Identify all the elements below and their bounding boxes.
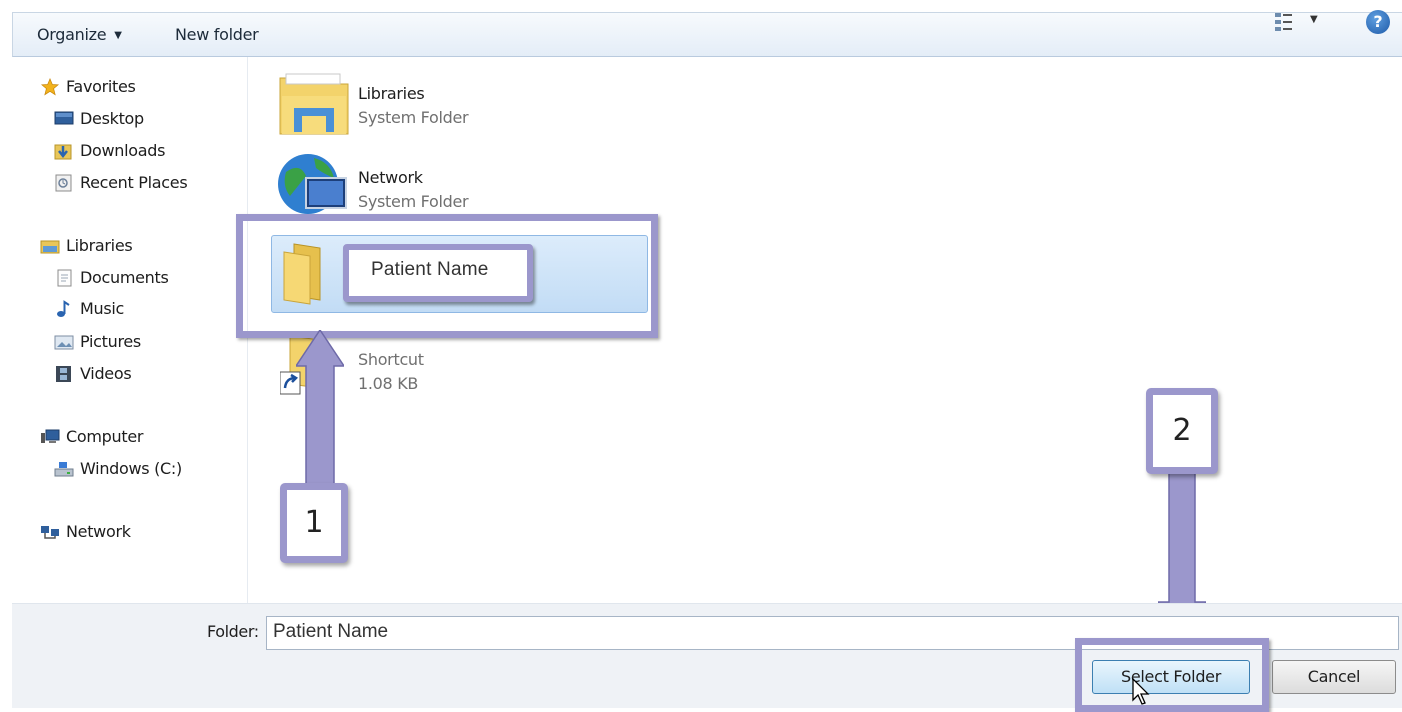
nav-downloads[interactable]: Downloads [54,141,165,160]
file-item-libraries[interactable] [276,70,352,140]
highlight-frame-step2 [1075,638,1269,712]
nav-documents[interactable]: Documents [54,268,169,287]
command-toolbar: Organize ▼ New folder [12,12,1402,57]
organize-label: Organize [37,25,107,44]
libraries-icon [40,240,60,253]
nav-favorites[interactable]: Favorites [40,77,136,96]
nav-music[interactable]: Music [54,299,124,318]
file-type: System Folder [358,192,469,211]
nav-pictures[interactable]: Pictures [54,332,141,351]
file-size: 1.08 KB [358,374,419,393]
nav-windows-c[interactable]: Windows (C:) [54,459,182,478]
chevron-down-icon: ▼ [114,30,122,41]
help-icon[interactable]: ? [1366,10,1390,34]
recent-places-icon [55,174,72,191]
file-item-network[interactable] [276,152,350,218]
file-name: Network [358,168,423,187]
pictures-icon [54,335,74,349]
cancel-button[interactable]: Cancel [1272,660,1396,694]
file-name: Libraries [358,84,425,103]
nav-videos[interactable]: Videos [54,364,132,383]
nav-libraries[interactable]: Libraries [40,236,133,255]
network-icon [41,525,59,539]
desktop-icon [54,111,74,124]
nav-computer[interactable]: Computer [40,427,143,446]
downloads-folder-icon [54,144,72,159]
drive-icon [54,461,74,476]
nav-desktop[interactable]: Desktop [54,109,144,128]
folder-label: Folder: [207,622,259,641]
rename-folder-input[interactable]: Patient Name [343,244,533,302]
arrow-up-icon [296,330,344,490]
music-note-icon [57,299,70,317]
documents-icon [57,269,72,286]
nav-network[interactable]: Network [40,522,131,541]
view-chevron-down-icon[interactable]: ▼ [1310,14,1318,25]
network-globe-icon [278,154,347,214]
file-type: System Folder [358,108,469,127]
organize-button[interactable]: Organize ▼ [37,25,122,44]
callout-step-2: 2 [1146,388,1218,474]
nav-recent-places[interactable]: Recent Places [54,173,188,192]
view-options-icon[interactable] [1274,11,1294,33]
computer-icon [41,429,60,443]
new-folder-button[interactable]: New folder [175,25,259,44]
file-type: Shortcut [358,350,424,369]
callout-step-1: 1 [280,483,348,563]
libraries-folder-icon [279,73,349,135]
mouse-cursor-icon [1132,678,1150,705]
film-strip-icon [56,365,71,382]
star-icon [40,77,60,95]
